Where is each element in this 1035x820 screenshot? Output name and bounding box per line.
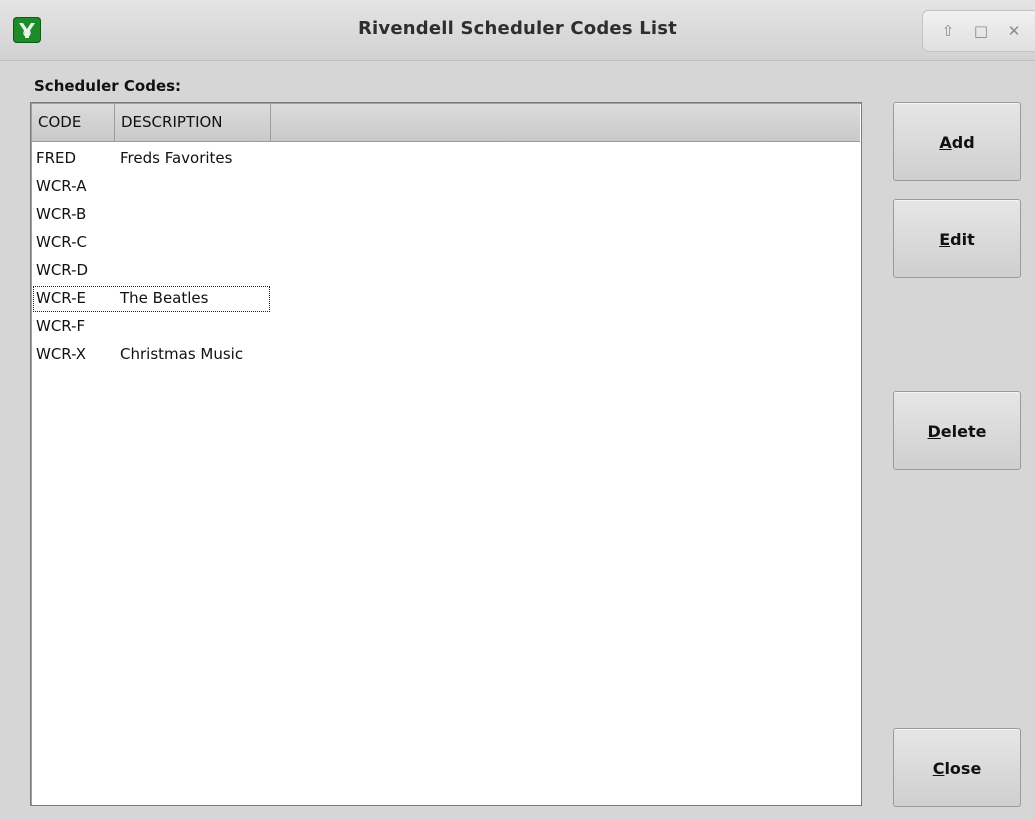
scheduler-codes-list[interactable]: CODE DESCRIPTION FRED Freds Favorites WC… (30, 102, 862, 806)
list-row[interactable]: WCR-B (32, 201, 860, 229)
list-header: CODE DESCRIPTION (32, 104, 860, 142)
add-button[interactable]: Add (893, 102, 1021, 181)
delete-button-label: elete (940, 422, 987, 441)
row-code: WCR-E (36, 289, 87, 307)
edit-button[interactable]: Edit (893, 199, 1021, 278)
row-code: WCR-D (36, 261, 89, 279)
list-row[interactable]: WCR-D (32, 257, 860, 285)
delete-button-mnemonic: D (927, 422, 941, 441)
list-row[interactable]: WCR-C (32, 229, 860, 257)
row-code: FRED (36, 149, 77, 167)
row-description: Christmas Music (120, 345, 244, 363)
restore-icon[interactable]: □ (970, 20, 992, 42)
close-button-label: lose (944, 759, 982, 778)
column-header-description[interactable]: DESCRIPTION (115, 104, 271, 141)
row-description: Freds Favorites (120, 149, 233, 167)
title-bar[interactable]: Rivendell Scheduler Codes List ⇧ □ ✕ (0, 0, 1035, 61)
list-row-focused[interactable]: WCR-E The Beatles (32, 285, 860, 313)
scheduler-codes-window: Rivendell Scheduler Codes List ⇧ □ ✕ Sch… (0, 0, 1035, 820)
row-code: WCR-C (36, 233, 88, 251)
list-row[interactable]: WCR-X Christmas Music (32, 341, 860, 369)
window-title: Rivendell Scheduler Codes List (358, 18, 677, 39)
list-row[interactable]: WCR-F (32, 313, 860, 341)
add-button-mnemonic: A (939, 133, 952, 152)
close-button[interactable]: Close (893, 728, 1021, 807)
maximize-icon[interactable]: ⇧ (937, 20, 959, 42)
row-code: WCR-F (36, 317, 86, 335)
add-button-label: dd (951, 133, 975, 152)
row-code: WCR-B (36, 205, 87, 223)
column-header-code[interactable]: CODE (32, 104, 115, 141)
edit-button-mnemonic: E (939, 230, 951, 249)
delete-button[interactable]: Delete (893, 391, 1021, 470)
row-code: WCR-A (36, 177, 87, 195)
window-controls: ⇧ □ ✕ (922, 10, 1035, 52)
edit-button-label: dit (950, 230, 975, 249)
list-row[interactable]: WCR-A (32, 173, 860, 201)
row-description: The Beatles (120, 289, 209, 307)
close-window-icon[interactable]: ✕ (1003, 20, 1025, 42)
list-row[interactable]: FRED Freds Favorites (32, 145, 860, 173)
scheduler-codes-label: Scheduler Codes: (34, 77, 182, 95)
list-rows: FRED Freds Favorites WCR-A WCR-B WCR-C W… (32, 145, 860, 369)
close-button-mnemonic: C (932, 759, 945, 778)
row-code: WCR-X (36, 345, 87, 363)
